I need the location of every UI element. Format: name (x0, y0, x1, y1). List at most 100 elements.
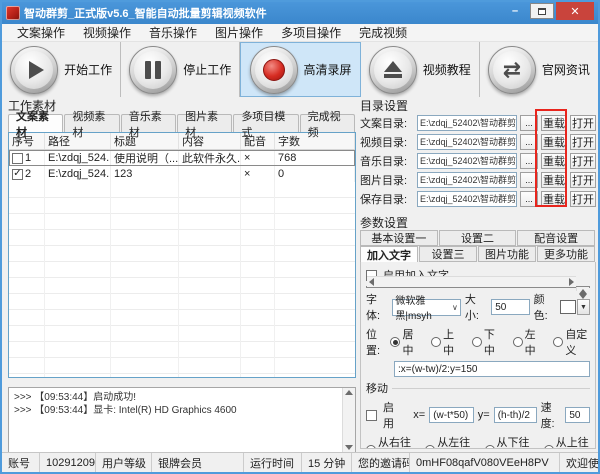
menu-item-image-ops[interactable]: 图片操作 (206, 24, 272, 41)
tab-settings-3[interactable]: 设置三 (419, 246, 477, 262)
chevron-down-icon[interactable]: ▼ (577, 299, 590, 315)
move-y-input[interactable]: (h-th)/2 (493, 407, 537, 423)
log-output[interactable]: >>> 【09:53:44】启动成功! >>> 【09:53:44】显卡: In… (8, 387, 356, 453)
titlebar: 智动群剪_正式版v5.6_智能自动批量剪辑视频软件 – ✕ (2, 2, 598, 24)
radio-top-center[interactable]: 上中 (431, 326, 459, 358)
tab-dubbing-settings[interactable]: 配音设置 (517, 230, 596, 246)
speed-input[interactable]: 50 (565, 407, 590, 423)
chevron-down-icon: ∨ (452, 302, 458, 312)
open-button[interactable]: 打开 (570, 171, 596, 188)
music-dir-input[interactable]: E:\zdqj_52402\智动群剪_正式版v (417, 152, 517, 169)
add-text-textarea[interactable] (366, 276, 590, 299)
table-row[interactable]: ✓ 2 E:\zdqj_524... 123 × 0 (9, 166, 355, 182)
tab-copy-material[interactable]: 文案素材 (8, 111, 64, 139)
col-wordcount[interactable]: 字数 (275, 133, 355, 149)
position-expression-input[interactable]: :x=(w-tw)/2:y=150 (394, 361, 590, 377)
tab-video-material[interactable]: 视频素材 (64, 111, 120, 139)
radio-right-to-left[interactable]: 从右往左 (366, 434, 412, 448)
radio-bottom-to-top[interactable]: 从下往上 (484, 434, 531, 448)
tab-settings-2[interactable]: 设置二 (438, 230, 517, 246)
video-tutorial-button[interactable]: 视频教程 (361, 42, 480, 97)
radio-left-to-right[interactable]: 从左往右 (425, 434, 471, 448)
reload-button[interactable]: 重载 (541, 152, 567, 169)
font-label: 字体: (366, 294, 381, 322)
tab-finished-video[interactable]: 完成视频 (299, 111, 355, 139)
tab-basic-settings-1[interactable]: 基本设置一 (360, 230, 438, 246)
row-checkbox[interactable]: ✓ (12, 168, 23, 180)
enable-move-checkbox[interactable] (366, 409, 377, 421)
table-row[interactable]: 1 E:\zdqj_524... 使用说明（... 此软件永久... × 768 (9, 150, 355, 166)
tab-music-material[interactable]: 音乐素材 (120, 111, 177, 139)
font-select[interactable]: 微软雅黑|msyh ∨ (392, 296, 461, 322)
col-title[interactable]: 标题 (111, 133, 179, 149)
image-dir-input[interactable]: E:\zdqj_52402\智动群剪_正式版v (417, 171, 517, 188)
status-userlevel-value: 银牌会员 (152, 453, 244, 472)
stop-work-button[interactable]: 停止工作 (121, 42, 241, 97)
maximize-button[interactable] (530, 3, 554, 19)
copy-dir-input[interactable]: E:\zdqj_52402\智动群剪_正式版v (417, 114, 517, 131)
radio-custom[interactable]: 自定义 (553, 326, 590, 358)
open-button[interactable]: 打开 (570, 152, 596, 169)
scroll-down-icon[interactable] (345, 445, 353, 450)
tab-add-text[interactable]: 加入文字 (360, 246, 418, 262)
menu-item-multiproject-ops[interactable]: 多项目操作 (272, 24, 350, 41)
scroll-right-icon[interactable] (569, 278, 574, 286)
dir-row-save: 保存目录: E:\zdqj_52402\智动群剪_正式版v ... 重载 打开 (360, 189, 596, 208)
size-input[interactable]: 50 (491, 299, 530, 315)
open-button[interactable]: 打开 (570, 190, 596, 207)
browse-button[interactable]: ... (520, 114, 538, 131)
reload-button[interactable]: 重载 (541, 171, 567, 188)
menu-item-music-ops[interactable]: 音乐操作 (140, 24, 206, 41)
dir-row-copy: 文案目录: E:\zdqj_52402\智动群剪_正式版v ... 重载 打开 (360, 113, 596, 132)
reload-button[interactable]: 重载 (541, 190, 567, 207)
textarea-vscrollbar[interactable] (576, 287, 589, 299)
official-site-news-button[interactable]: ⇄ 官网资讯 (480, 42, 598, 97)
browse-button[interactable]: ... (520, 133, 538, 150)
tab-more-functions[interactable]: 更多功能 (537, 246, 595, 262)
log-line: >>> 【09:53:44】启动成功! (14, 392, 137, 403)
color-picker[interactable]: ▼ (560, 299, 590, 315)
row-checkbox[interactable] (12, 152, 23, 164)
radio-top-to-bottom[interactable]: 从上往下 (543, 434, 590, 448)
move-y-label: y= (477, 409, 490, 421)
maximize-icon (538, 7, 546, 15)
video-dir-input[interactable]: E:\zdqj_52402\智动群剪_正式版v (417, 133, 517, 150)
materials-table: 序号 路径 标题 内容 配音 字数 1 E:\zdqj_524... 使用说明（… (8, 132, 356, 378)
tab-multiproject-mode[interactable]: 多项目模式 (233, 111, 299, 139)
menu-item-finished-video[interactable]: 完成视频 (350, 24, 416, 41)
browse-button[interactable]: ... (520, 190, 538, 207)
browse-button[interactable]: ... (520, 152, 538, 169)
save-dir-input[interactable]: E:\zdqj_52402\智动群剪_正式版v (417, 190, 517, 207)
open-button[interactable]: 打开 (570, 133, 596, 150)
open-button[interactable]: 打开 (570, 114, 596, 131)
tab-image-functions[interactable]: 图片功能 (478, 246, 536, 262)
col-content[interactable]: 内容 (179, 133, 241, 149)
radio-bottom-center[interactable]: 下中 (471, 326, 500, 358)
browse-button[interactable]: ... (520, 171, 538, 188)
tab-image-material[interactable]: 图片素材 (177, 111, 233, 139)
menu-item-copy-ops[interactable]: 文案操作 (8, 24, 74, 41)
scroll-down-icon[interactable] (579, 294, 587, 299)
pause-icon (145, 60, 162, 79)
menu-item-video-ops[interactable]: 视频操作 (74, 24, 140, 41)
scroll-left-icon[interactable] (369, 278, 374, 286)
size-label: 大小: (464, 294, 479, 322)
play-icon (28, 60, 44, 79)
scroll-up-icon[interactable] (345, 390, 353, 395)
reload-button[interactable]: 重载 (541, 114, 567, 131)
radio-center[interactable]: 居中 (390, 326, 418, 358)
close-button[interactable]: ✕ (556, 2, 594, 20)
color-label: 颜色: (533, 294, 548, 322)
col-dubbing[interactable]: 配音 (241, 133, 275, 149)
hd-record-button[interactable]: 高清录屏 (240, 42, 361, 97)
enable-move-label: 启用 (383, 402, 394, 430)
radio-left-center[interactable]: 左中 (512, 326, 541, 358)
dir-row-image: 图片目录: E:\zdqj_52402\智动群剪_正式版v ... 重载 打开 (360, 170, 596, 189)
minimize-button[interactable]: – (502, 2, 528, 20)
move-x-input[interactable]: (w-t*50) (429, 407, 474, 423)
parameter-settings-title: 参数设置 (360, 216, 409, 230)
reload-button[interactable]: 重载 (541, 133, 567, 150)
start-work-button[interactable]: 开始工作 (2, 42, 122, 97)
textarea-hscrollbar[interactable] (367, 276, 576, 287)
log-scrollbar[interactable] (342, 388, 355, 452)
